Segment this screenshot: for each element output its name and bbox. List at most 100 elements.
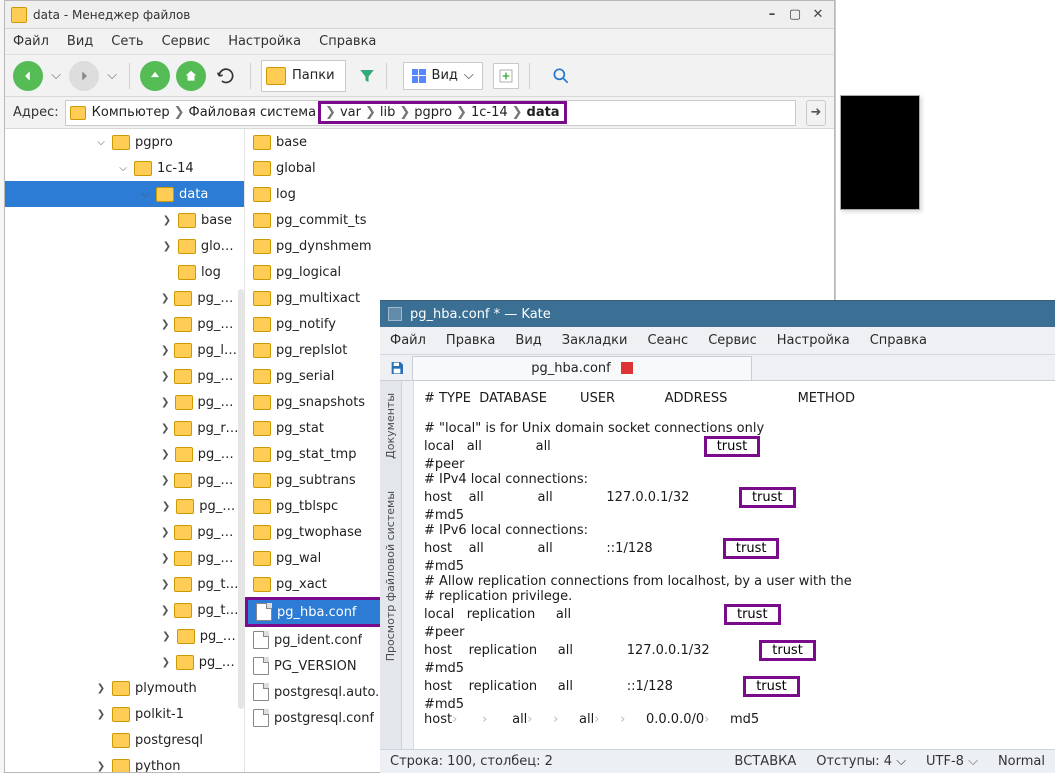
sidebar-filesystem[interactable]: Просмотр файловой системы (384, 485, 397, 667)
tree-item[interactable]: ❯pg_stat (5, 493, 244, 519)
list-item[interactable]: pg_logical (245, 259, 834, 285)
menu-network[interactable]: Сеть (111, 34, 143, 49)
tree-item[interactable]: ❯pg_twophase (5, 597, 244, 623)
chevron-right-icon[interactable]: ❯ (161, 579, 169, 590)
tree-item[interactable]: postgresql (5, 727, 244, 753)
tree-item[interactable]: ⌵1c-14 (5, 155, 244, 181)
cursor-position[interactable]: Строка: 100, столбец: 2 (390, 754, 553, 769)
document-tab[interactable]: pg_hba.conf (412, 356, 752, 380)
menu-file[interactable]: Файл (390, 333, 426, 348)
insert-mode[interactable]: ВСТАВКА (734, 754, 796, 769)
editor-line[interactable]: #peer (424, 457, 1047, 472)
chevron-down-icon[interactable]: ⌵ (95, 137, 107, 148)
tree-item[interactable]: ⌵pgpro (5, 129, 244, 155)
editor-line[interactable] (424, 406, 1047, 421)
list-item[interactable]: base (245, 129, 834, 155)
chevron-right-icon[interactable]: ❯ (161, 553, 169, 564)
tree-item[interactable]: ❯pg_stat_tmp (5, 519, 244, 545)
breadcrumb-seg[interactable]: 1c-14 (469, 105, 510, 120)
editor-line[interactable]: # IPv6 local connections: (424, 523, 1047, 538)
tree-item[interactable]: ❯polkit-1 (5, 701, 244, 727)
forward-button[interactable] (69, 61, 99, 91)
view-mode-button[interactable]: Вид ⌵ (403, 62, 483, 90)
menu-view[interactable]: Вид (515, 333, 541, 348)
scrollbar[interactable] (238, 289, 244, 709)
search-button[interactable] (548, 63, 574, 89)
menu-file[interactable]: Файл (13, 34, 49, 49)
chevron-right-icon[interactable]: ❯ (161, 657, 171, 668)
forward-history-dropdown[interactable]: ⌵ (105, 68, 119, 83)
chevron-right-icon[interactable]: ❯ (95, 709, 107, 720)
editor-line[interactable]: # "local" is for Unix domain socket conn… (424, 421, 1047, 436)
editor-line[interactable]: host› › all› › all› › 0.0.0.0/0› md5 (424, 712, 1047, 727)
chevron-right-icon[interactable]: ❯ (161, 345, 169, 356)
close-button[interactable]: ✕ (808, 6, 828, 24)
editor-line[interactable]: host replication all 127.0.0.1/32 trust (424, 640, 1047, 661)
tree-item[interactable]: ❯pg_multixact (5, 363, 244, 389)
folders-toggle[interactable]: Папки (261, 60, 346, 92)
kate-titlebar[interactable]: pg_hba.conf * — Kate (380, 301, 1055, 327)
breadcrumb[interactable]: Компьютер ❯ Файловая система ❯ var ❯ lib… (65, 100, 796, 126)
refresh-button[interactable] (212, 62, 240, 90)
editor-line[interactable]: host all all 127.0.0.1/32 trust (424, 487, 1047, 508)
tree-item[interactable]: ⌵data (5, 181, 244, 207)
tree-item[interactable]: ❯global (5, 233, 244, 259)
text-editor[interactable]: # TYPE DATABASE USER ADDRESS METHOD # "l… (414, 381, 1055, 749)
filter-icon[interactable] (358, 67, 376, 85)
chevron-right-icon[interactable]: ❯ (161, 423, 169, 434)
breadcrumb-current[interactable]: data (525, 105, 562, 120)
chevron-right-icon[interactable]: ❯ (95, 683, 107, 694)
mode-indicator[interactable]: Normal (998, 754, 1045, 769)
breadcrumb-seg[interactable]: pgpro (412, 105, 454, 120)
chevron-right-icon[interactable]: ❯ (161, 449, 170, 460)
editor-line[interactable]: #md5 (424, 661, 1047, 676)
tree-item[interactable]: ❯base (5, 207, 244, 233)
encoding-selector[interactable]: UTF-8 (926, 754, 978, 769)
tree-item[interactable]: ❯plymouth (5, 675, 244, 701)
indent-selector[interactable]: Отступы: 4 ⌵ (816, 754, 906, 769)
menu-help[interactable]: Справка (870, 333, 927, 348)
chevron-right-icon[interactable]: ❯ (161, 319, 169, 330)
menu-tools[interactable]: Сервис (162, 34, 211, 49)
home-button[interactable] (176, 61, 206, 91)
chevron-right-icon[interactable]: ❯ (161, 215, 173, 226)
tree-item[interactable]: ❯pg_subtrans (5, 545, 244, 571)
menu-tools[interactable]: Сервис (708, 333, 757, 348)
list-item[interactable]: log (245, 181, 834, 207)
breadcrumb-root[interactable]: Компьютер (90, 105, 172, 120)
chevron-right-icon[interactable]: ❯ (161, 527, 169, 538)
tree-item[interactable]: ❯pg_commit_ts (5, 285, 244, 311)
chevron-right-icon[interactable]: ❯ (161, 475, 169, 486)
breadcrumb-seg[interactable]: var (338, 105, 363, 120)
save-button[interactable] (386, 360, 408, 376)
editor-gutter[interactable] (402, 381, 414, 749)
tree-item[interactable]: ❯python (5, 753, 244, 772)
menu-session[interactable]: Сеанс (647, 333, 688, 348)
editor-line[interactable]: host all all ::1/128 trust (424, 538, 1047, 559)
tree-item[interactable]: ❯pg_xact (5, 649, 244, 675)
menu-help[interactable]: Справка (319, 34, 376, 49)
editor-line[interactable]: # Allow replication connections from loc… (424, 574, 1047, 589)
list-item[interactable]: pg_dynshmem (245, 233, 834, 259)
chevron-right-icon[interactable]: ❯ (161, 605, 169, 616)
breadcrumb-filesystem[interactable]: Файловая система (187, 105, 319, 120)
tree-item[interactable]: ❯pg_replslot (5, 415, 244, 441)
chevron-right-icon[interactable]: ❯ (161, 501, 171, 512)
chevron-right-icon[interactable]: ❯ (161, 397, 170, 408)
list-item[interactable]: pg_commit_ts (245, 207, 834, 233)
back-history-dropdown[interactable]: ⌵ (49, 68, 63, 83)
editor-line[interactable]: local replication all trust (424, 604, 1047, 625)
editor-line[interactable]: #peer (424, 625, 1047, 640)
chevron-down-icon[interactable]: ⌵ (117, 163, 129, 174)
breadcrumb-seg[interactable]: lib (378, 105, 397, 120)
editor-line[interactable]: # replication privilege. (424, 589, 1047, 604)
new-tab-button[interactable] (493, 63, 519, 89)
editor-line[interactable]: #md5 (424, 508, 1047, 523)
tree-item[interactable]: ❯pg_logical (5, 337, 244, 363)
editor-line[interactable]: #md5 (424, 559, 1047, 574)
editor-line[interactable]: #md5 (424, 697, 1047, 712)
tree-item[interactable]: ❯pg_snapshots (5, 467, 244, 493)
go-button[interactable]: ➜ (806, 100, 826, 126)
chevron-right-icon[interactable]: ❯ (161, 631, 172, 642)
menu-settings[interactable]: Настройка (777, 333, 850, 348)
